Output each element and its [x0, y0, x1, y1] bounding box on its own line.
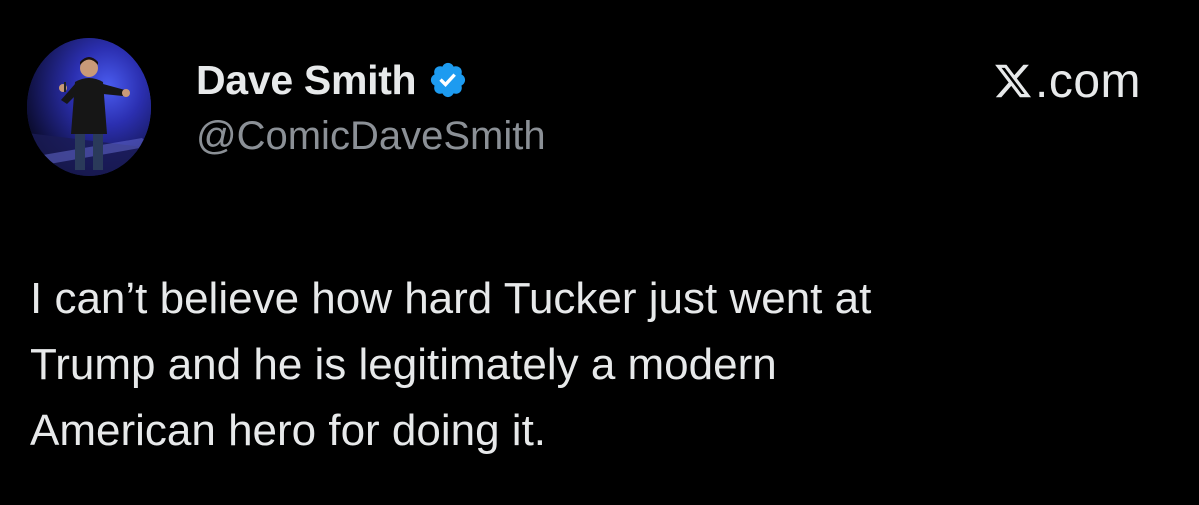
avatar[interactable]: [27, 38, 151, 176]
site-domain-text: .com: [1034, 54, 1141, 108]
tweet-text-line: I can’t believe how hard Tucker just wen…: [30, 274, 872, 323]
verified-badge-icon: [428, 60, 468, 100]
author-display-name[interactable]: Dave Smith: [196, 57, 417, 104]
site-brand: .com: [993, 54, 1141, 108]
tweet-text: I can’t believe how hard Tucker just wen…: [30, 266, 1150, 464]
x-logo-icon: [993, 61, 1033, 101]
tweet-text-line: Trump and he is legitimately a modern: [30, 340, 777, 389]
tweet-text-line: American hero for doing it.: [30, 406, 547, 455]
author-handle[interactable]: @ComicDaveSmith: [196, 114, 546, 159]
avatar-photo: [27, 38, 151, 176]
author-name-row: Dave Smith: [196, 52, 468, 108]
tweet-card: Dave Smith @ComicDaveSmith .com I can’t …: [0, 0, 1199, 505]
